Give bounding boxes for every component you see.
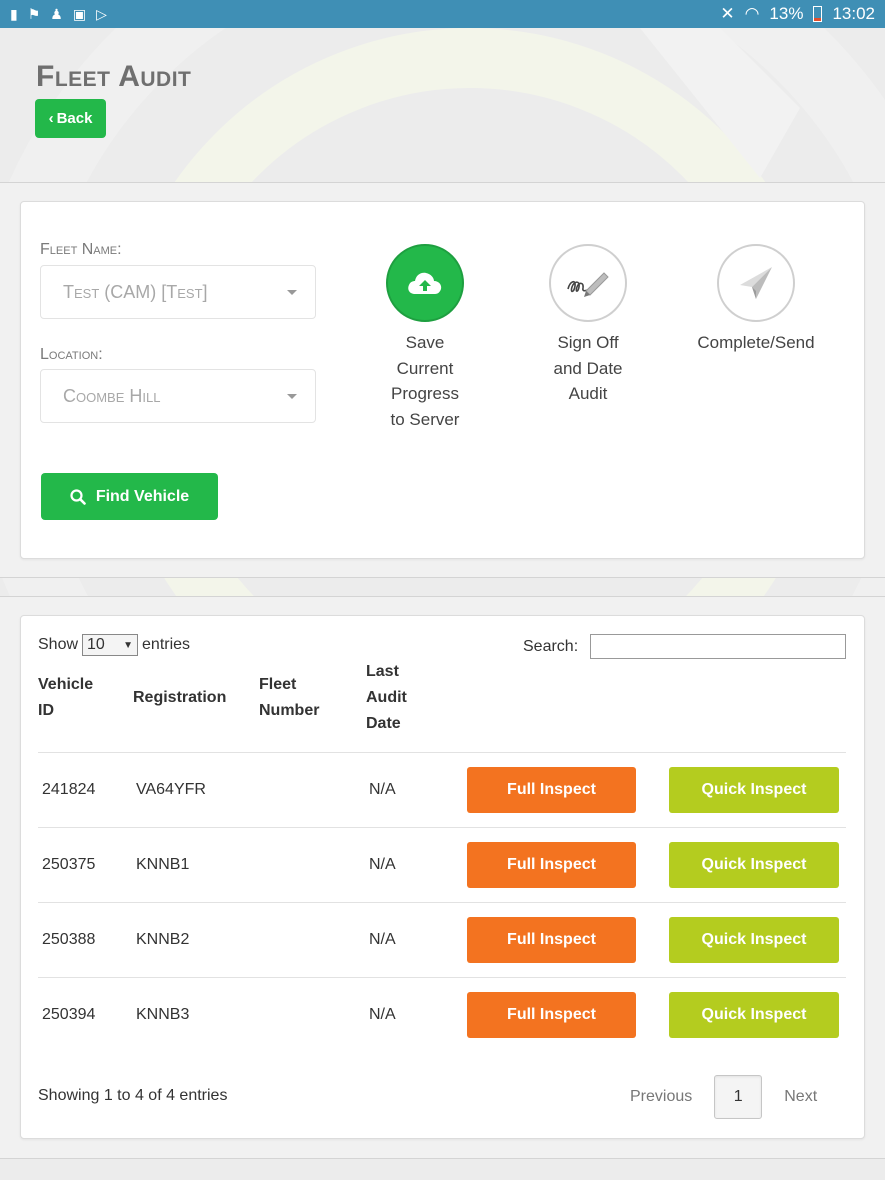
location-label: Location: bbox=[40, 346, 103, 363]
battery-icon bbox=[813, 6, 823, 22]
column-header-fleet-number[interactable]: Fleet Number bbox=[259, 672, 319, 724]
quick-inspect-button[interactable]: Quick Inspect bbox=[669, 767, 839, 813]
search-label: Search: bbox=[523, 637, 579, 655]
card-icon: ▮ bbox=[10, 6, 18, 22]
quick-inspect-button[interactable]: Quick Inspect bbox=[669, 917, 839, 963]
cell-registration: KNNB1 bbox=[136, 856, 190, 873]
save-button[interactable] bbox=[386, 244, 464, 322]
previous-page-link[interactable]: Previous bbox=[630, 1088, 692, 1106]
cell-last-audit-date: N/A bbox=[369, 931, 396, 948]
find-vehicle-button[interactable]: Find Vehicle bbox=[41, 473, 218, 520]
status-bar: ▮ ⚑ ♟ ▣ ▷ ✕ ◠ 13% 13:02 bbox=[0, 0, 885, 28]
person-icon: ♟ bbox=[50, 6, 63, 22]
quick-inspect-button[interactable]: Quick Inspect bbox=[669, 842, 839, 888]
back-button-label: Back bbox=[56, 110, 93, 127]
find-vehicle-label: Find Vehicle bbox=[95, 487, 190, 505]
paper-plane-icon bbox=[740, 267, 772, 299]
search-icon bbox=[70, 488, 86, 505]
cell-registration: VA64YFR bbox=[136, 781, 206, 798]
cell-last-audit-date: N/A bbox=[369, 1006, 396, 1023]
quick-inspect-button[interactable]: Quick Inspect bbox=[669, 992, 839, 1038]
full-inspect-button[interactable]: Full Inspect bbox=[467, 917, 636, 963]
column-header-registration[interactable]: Registration bbox=[133, 685, 226, 711]
cell-vehicle-id: 250394 bbox=[42, 1006, 96, 1023]
sign-off-button[interactable] bbox=[549, 244, 627, 322]
table-row: 250388 KNNB2 N/A Full Inspect Quick Insp… bbox=[0, 903, 885, 978]
table-row: 250375 KNNB1 N/A Full Inspect Quick Insp… bbox=[0, 828, 885, 903]
image-icon: ▣ bbox=[72, 6, 87, 22]
full-inspect-button[interactable]: Full Inspect bbox=[467, 767, 636, 813]
save-action-label: Save Current Progress to Server bbox=[390, 333, 460, 429]
battery-percent: 13% bbox=[769, 4, 804, 23]
fleet-name-label: Fleet Name: bbox=[40, 241, 122, 258]
caret-down-icon: ▼ bbox=[123, 639, 134, 651]
clock: 13:02 bbox=[832, 4, 875, 23]
page-title: Fleet Audit bbox=[36, 60, 192, 93]
page-length-select[interactable]: 10 ▼ bbox=[82, 634, 139, 656]
cell-vehicle-id: 250388 bbox=[42, 931, 96, 948]
cell-vehicle-id: 241824 bbox=[42, 781, 96, 798]
caret-down-icon bbox=[287, 290, 297, 295]
cell-last-audit-date: N/A bbox=[369, 856, 396, 873]
location-value: Coombe Hill bbox=[63, 385, 161, 406]
cloud-upload-icon bbox=[408, 272, 442, 294]
column-header-vehicle-id[interactable]: Vehicle ID bbox=[38, 672, 93, 724]
next-page-link[interactable]: Next bbox=[784, 1088, 817, 1106]
pagination: Previous 1 Next bbox=[630, 1075, 817, 1119]
table-info: Showing 1 to 4 of 4 entries bbox=[38, 1087, 228, 1104]
save-progress-action[interactable]: Save Current Progress to Server bbox=[355, 244, 495, 432]
wifi-icon: ◠ bbox=[744, 4, 760, 23]
cell-last-audit-date: N/A bbox=[369, 781, 396, 798]
complete-send-action[interactable]: Complete/Send bbox=[686, 244, 826, 356]
fleet-name-value: Test (CAM) [Test] bbox=[63, 281, 208, 302]
page-length-control: Show 10 ▼ entries bbox=[38, 634, 190, 656]
full-inspect-button[interactable]: Full Inspect bbox=[467, 842, 636, 888]
sign-off-action[interactable]: Sign Off and Date Audit bbox=[518, 244, 658, 407]
table-row: 250394 KNNB3 N/A Full Inspect Quick Insp… bbox=[0, 978, 885, 1053]
complete-action-label: Complete/Send bbox=[697, 333, 815, 352]
fleet-name-select[interactable]: Test (CAM) [Test] bbox=[40, 265, 316, 319]
chevron-left-icon: ‹ bbox=[48, 110, 54, 127]
page-1-button[interactable]: 1 bbox=[714, 1075, 763, 1119]
cell-vehicle-id: 250375 bbox=[42, 856, 96, 873]
sign-off-action-label: Sign Off and Date Audit bbox=[553, 333, 623, 403]
back-button[interactable]: ‹ Back bbox=[35, 99, 106, 138]
caret-down-icon bbox=[287, 394, 297, 399]
cell-registration: KNNB3 bbox=[136, 1006, 190, 1023]
mute-icon: ✕ bbox=[720, 4, 735, 23]
cell-registration: KNNB2 bbox=[136, 931, 190, 948]
full-inspect-button[interactable]: Full Inspect bbox=[467, 992, 636, 1038]
column-header-last-audit-date[interactable]: Last Audit Date bbox=[366, 659, 407, 737]
search-input[interactable] bbox=[590, 634, 847, 659]
signature-pen-icon bbox=[567, 272, 609, 297]
play-icon: ▷ bbox=[96, 6, 107, 22]
location-select[interactable]: Coombe Hill bbox=[40, 369, 316, 423]
search-control: Search: bbox=[523, 634, 847, 659]
table-row: 241824 VA64YFR N/A Full Inspect Quick In… bbox=[0, 753, 885, 828]
complete-send-button[interactable] bbox=[717, 244, 795, 322]
flag-icon: ⚑ bbox=[27, 6, 41, 22]
